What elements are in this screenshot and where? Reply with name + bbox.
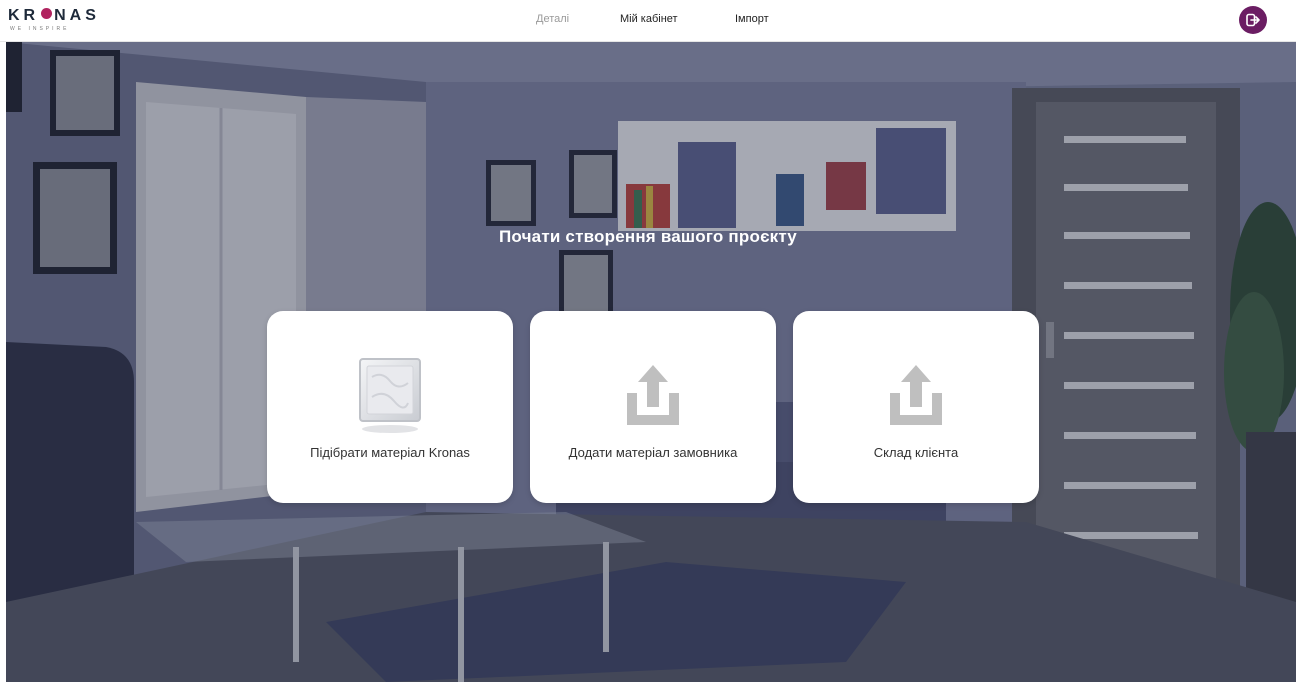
nav-my-cabinet[interactable]: Мій кабінет [620,13,678,25]
kronas-logo[interactable]: KR NAS WE INSPIRE [8,6,108,36]
logo-tagline: WE INSPIRE [10,26,70,32]
glass-block-icon [359,358,421,433]
card-label: Додати матеріал замовника [568,445,738,460]
card-client-warehouse[interactable]: Склад клієнта [793,311,1039,503]
logout-icon [1246,13,1260,27]
page-title: Почати створення вашого проєкту [499,227,797,246]
logo-o-dot [41,8,53,19]
card-label: Підібрати матеріал Kronas [310,445,470,460]
logout-button[interactable] [1239,6,1267,34]
upload-icon [627,365,679,425]
card-select-kronas-material[interactable]: Підібрати матеріал Kronas [267,311,513,503]
nav-details[interactable]: Деталі [536,13,569,25]
card-label: Склад клієнта [873,445,959,460]
logo-wordmark: KR NAS [8,7,100,24]
card-add-customer-material[interactable]: Додати матеріал замовника [530,311,776,503]
top-bar: KR NAS WE INSPIRE Деталі Мій кабінет Імпо… [0,0,1296,42]
upload-icon [890,365,942,425]
nav-import[interactable]: Імпорт [735,13,769,25]
